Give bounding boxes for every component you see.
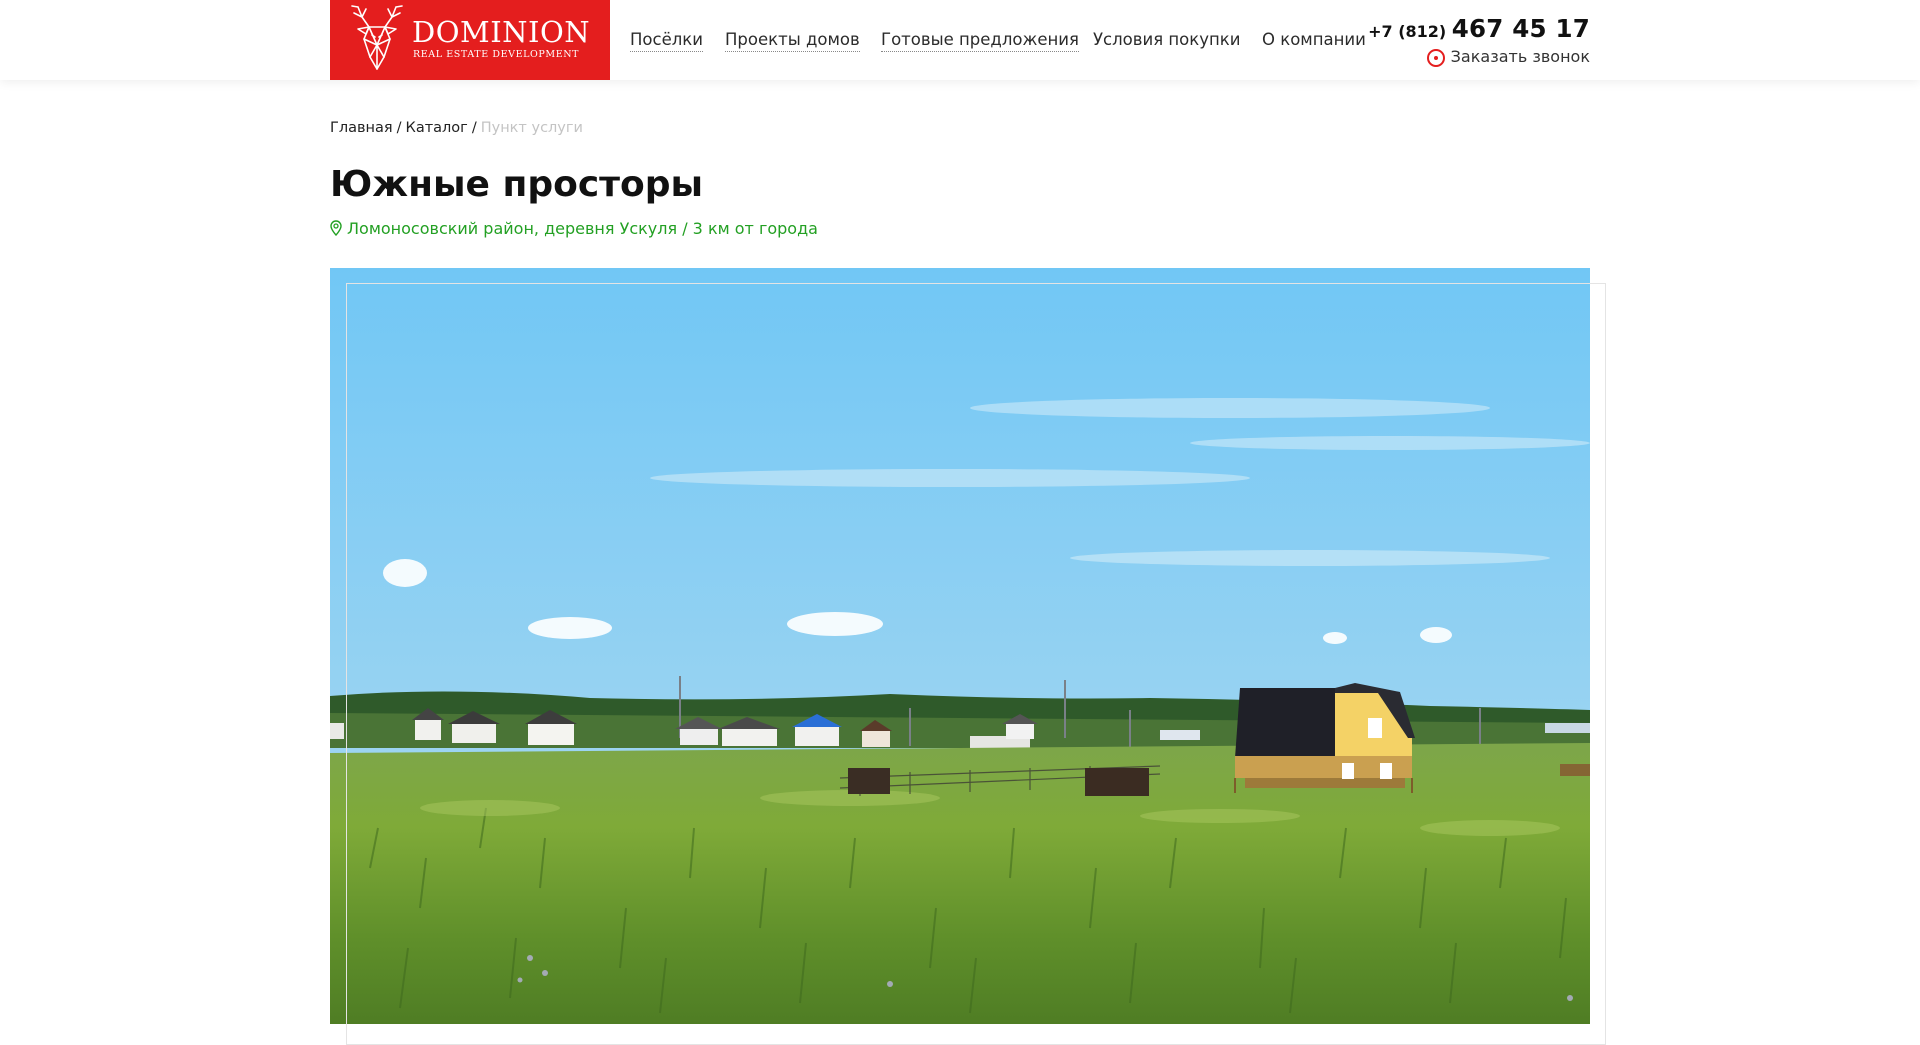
site-header: DOMINION REAL ESTATE DEVELOPMENT Посёлки… (0, 0, 1920, 80)
callback-label: Заказать звонок (1450, 47, 1590, 66)
breadcrumb-separator: / (471, 120, 477, 136)
location: Ломоносовский район, деревня Ускуля / 3 … (330, 219, 818, 238)
nav-item-ready-offers[interactable]: Готовые предложения (881, 30, 1079, 52)
location-text: Ломоносовский район, деревня Ускуля / 3 … (347, 219, 818, 238)
phone-number: 467 45 17 (1451, 14, 1590, 43)
nav-item-settlements[interactable]: Посёлки (630, 30, 703, 52)
nav-item-house-projects[interactable]: Проекты домов (725, 30, 860, 52)
breadcrumb-separator: / (396, 120, 402, 136)
breadcrumb-catalog[interactable]: Каталог (406, 120, 468, 136)
breadcrumb-home[interactable]: Главная (330, 120, 393, 136)
nav-item-purchase-terms[interactable]: Условия покупки (1093, 30, 1240, 51)
callback-button[interactable]: Заказать звонок (1426, 47, 1590, 67)
breadcrumb-current: Пункт услуги (480, 120, 583, 136)
callback-dot-icon (1426, 49, 1445, 67)
phone-link[interactable]: +7 (812) 467 45 17 (1368, 14, 1590, 43)
logo-brand: DOMINION (412, 15, 591, 49)
logo[interactable]: DOMINION REAL ESTATE DEVELOPMENT (330, 0, 610, 80)
breadcrumb: Главная / Каталог / Пункт услуги (330, 120, 583, 136)
page-title: Южные просторы (330, 164, 704, 205)
deer-head-icon (351, 5, 403, 70)
map-pin-icon (330, 220, 342, 237)
nav-item-about[interactable]: О компании (1262, 30, 1366, 51)
phone-code: +7 (812) (1368, 22, 1447, 41)
landscape-photo (330, 268, 1590, 1024)
logo-tagline: REAL ESTATE DEVELOPMENT (413, 49, 580, 60)
